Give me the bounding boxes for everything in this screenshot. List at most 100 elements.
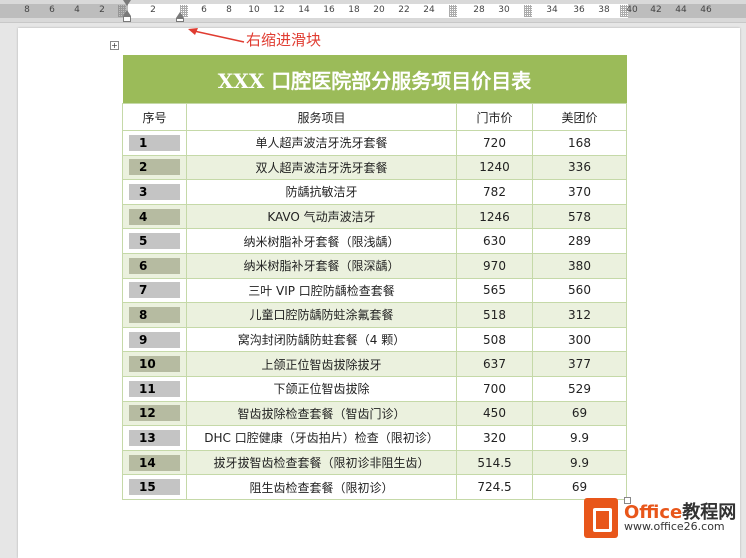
row-store-price-cell[interactable]: 630 <box>456 228 533 254</box>
row-seq-cell[interactable]: 2 <box>122 154 187 181</box>
row-group-price-cell[interactable]: 9.9 <box>531 449 628 476</box>
table-row[interactable]: 1 单人超声波洁牙洗牙套餐 720 168 <box>122 130 628 156</box>
row-number: 12 <box>129 405 180 422</box>
table-row[interactable]: 5 纳米树脂补牙套餐（限浅龋） 630 289 <box>122 228 628 254</box>
row-service-cell[interactable]: 纳米树脂补牙套餐（限浅龋） <box>186 228 457 254</box>
row-store-price-cell[interactable]: 782 <box>456 179 533 205</box>
horizontal-ruler[interactable]: 8 6 4 2 2 6 8 10 12 14 16 18 20 22 24 28… <box>0 0 746 23</box>
table-row[interactable]: 9 窝沟封闭防龋防蛀套餐（4 颗） 508 300 <box>122 326 628 353</box>
row-seq-cell[interactable]: 8 <box>122 302 187 328</box>
row-group-price-cell[interactable]: 380 <box>531 252 628 279</box>
row-store-price-cell[interactable]: 1240 <box>456 154 533 181</box>
table-row[interactable]: 8 儿童口腔防龋防蛀涂氟套餐 518 312 <box>122 302 628 328</box>
row-store-price-cell[interactable]: 700 <box>456 375 533 402</box>
row-seq-cell[interactable]: 9 <box>122 326 187 353</box>
row-number: 5 <box>129 233 180 250</box>
row-store-price-cell[interactable]: 565 <box>456 277 533 304</box>
row-service-cell[interactable]: 三叶 VIP 口腔防龋检查套餐 <box>186 277 457 304</box>
row-service-cell[interactable]: 窝沟封闭防龋防蛀套餐（4 颗） <box>186 326 457 353</box>
logo-url: www.office26.com <box>624 520 725 533</box>
row-service-cell[interactable]: 儿童口腔防龋防蛀涂氟套餐 <box>186 302 457 328</box>
row-group-price-cell[interactable]: 69 <box>531 474 628 500</box>
ruler-tick: 18 <box>348 5 360 15</box>
row-service-cell[interactable]: 下颌正位智齿拔除 <box>186 375 457 402</box>
table-row[interactable]: 14 拔牙拔智齿检查套餐（限初诊非阻生齿） 514.5 9.9 <box>122 449 628 476</box>
table-row[interactable]: 15 阻生齿检查套餐（限初诊） 724.5 69 <box>122 474 628 500</box>
row-service-cell[interactable]: 纳米树脂补牙套餐（限深龋） <box>186 252 457 279</box>
row-service-cell[interactable]: 单人超声波洁牙洗牙套餐 <box>186 130 457 156</box>
row-group-price-cell[interactable]: 9.9 <box>531 425 628 451</box>
row-store-price-cell[interactable]: 320 <box>456 425 533 451</box>
row-group-price-cell[interactable]: 529 <box>531 375 628 402</box>
table-row[interactable]: 2 双人超声波洁牙洗牙套餐 1240 336 <box>122 154 628 181</box>
row-seq-cell[interactable]: 13 <box>122 425 187 451</box>
row-seq-cell[interactable]: 11 <box>122 375 187 402</box>
ruler-tick: 14 <box>298 5 310 15</box>
row-service-cell[interactable]: 智齿拔除检查套餐（智齿门诊） <box>186 400 457 427</box>
row-group-price-cell[interactable]: 336 <box>531 154 628 181</box>
row-service-cell[interactable]: 防龋抗敏洁牙 <box>186 179 457 205</box>
ruler-tick: 12 <box>273 5 285 15</box>
row-store-price-cell[interactable]: 637 <box>456 351 533 377</box>
table-row[interactable]: 3 防龋抗敏洁牙 782 370 <box>122 179 628 205</box>
row-store-price-cell[interactable]: 518 <box>456 302 533 328</box>
ruler-tick: 30 <box>498 5 510 15</box>
first-line-indent-marker[interactable] <box>123 0 131 6</box>
row-service-cell[interactable]: DHC 口腔健康（牙齿拍片）检查（限初诊） <box>186 425 457 451</box>
row-store-price-cell[interactable]: 508 <box>456 326 533 353</box>
row-service-cell[interactable]: 拔牙拔智齿检查套餐（限初诊非阻生齿） <box>186 449 457 476</box>
row-store-price-cell[interactable]: 1246 <box>456 203 533 230</box>
header-store-price: 门市价 <box>456 103 533 131</box>
row-store-price-cell[interactable]: 724.5 <box>456 474 533 500</box>
left-indent-marker[interactable] <box>123 16 131 22</box>
row-seq-cell[interactable]: 5 <box>122 228 187 254</box>
row-store-price-cell[interactable]: 450 <box>456 400 533 427</box>
price-table[interactable]: XXX 口腔医院部分服务项目价目表 序号 服务项目 门市价 美团价 1 单人超声波… <box>122 55 628 500</box>
ruler-tick: 38 <box>598 5 610 15</box>
ruler-tick: 2 <box>150 5 156 15</box>
row-group-price-cell[interactable]: 377 <box>531 351 628 377</box>
row-group-price-cell[interactable]: 312 <box>531 302 628 328</box>
table-row[interactable]: 11 下颌正位智齿拔除 700 529 <box>122 375 628 402</box>
row-seq-cell[interactable]: 15 <box>122 474 187 500</box>
row-group-price-cell[interactable]: 560 <box>531 277 628 304</box>
row-group-price-cell[interactable]: 578 <box>531 203 628 230</box>
row-service-cell[interactable]: KAVO 气动声波洁牙 <box>186 203 457 230</box>
row-service-cell[interactable]: 阻生齿检查套餐（限初诊） <box>186 474 457 500</box>
row-service-cell[interactable]: 上颌正位智齿拔除拔牙 <box>186 351 457 377</box>
table-row[interactable]: 7 三叶 VIP 口腔防龋检查套餐 565 560 <box>122 277 628 304</box>
table-row[interactable]: 13 DHC 口腔健康（牙齿拍片）检查（限初诊） 320 9.9 <box>122 425 628 451</box>
row-seq-cell[interactable]: 3 <box>122 179 187 205</box>
table-row[interactable]: 6 纳米树脂补牙套餐（限深龋） 970 380 <box>122 252 628 279</box>
table-move-handle-icon[interactable]: + <box>110 41 119 50</box>
row-seq-cell[interactable]: 10 <box>122 351 187 377</box>
column-marker-grip[interactable] <box>524 5 532 17</box>
row-seq-cell[interactable]: 7 <box>122 277 187 304</box>
row-store-price-cell[interactable]: 970 <box>456 252 533 279</box>
row-number: 3 <box>129 183 180 200</box>
row-number: 8 <box>129 306 180 323</box>
ruler-right-margin <box>628 4 746 18</box>
row-store-price-cell[interactable]: 514.5 <box>456 449 533 476</box>
ruler-tick: 34 <box>546 5 558 15</box>
row-seq-cell[interactable]: 14 <box>122 449 187 476</box>
row-seq-cell[interactable]: 4 <box>122 203 187 230</box>
right-indent-slider-base[interactable] <box>176 18 184 22</box>
table-row[interactable]: 10 上颌正位智齿拔除拔牙 637 377 <box>122 351 628 377</box>
row-group-price-cell[interactable]: 69 <box>531 400 628 427</box>
row-group-price-cell[interactable]: 300 <box>531 326 628 353</box>
row-seq-cell[interactable]: 12 <box>122 400 187 427</box>
row-service-cell[interactable]: 双人超声波洁牙洗牙套餐 <box>186 154 457 181</box>
row-group-price-cell[interactable]: 289 <box>531 228 628 254</box>
ruler-tick: 16 <box>323 5 335 15</box>
row-group-price-cell[interactable]: 168 <box>531 130 628 156</box>
row-seq-cell[interactable]: 1 <box>122 130 187 156</box>
table-row[interactable]: 12 智齿拔除检查套餐（智齿门诊） 450 69 <box>122 400 628 427</box>
table-row[interactable]: 4 KAVO 气动声波洁牙 1246 578 <box>122 203 628 230</box>
row-seq-cell[interactable]: 6 <box>122 252 187 279</box>
column-marker-grip[interactable] <box>449 5 457 17</box>
ruler-tick: 22 <box>398 5 410 15</box>
row-group-price-cell[interactable]: 370 <box>531 179 628 205</box>
row-store-price-cell[interactable]: 720 <box>456 130 533 156</box>
column-marker-grip[interactable] <box>620 5 628 17</box>
